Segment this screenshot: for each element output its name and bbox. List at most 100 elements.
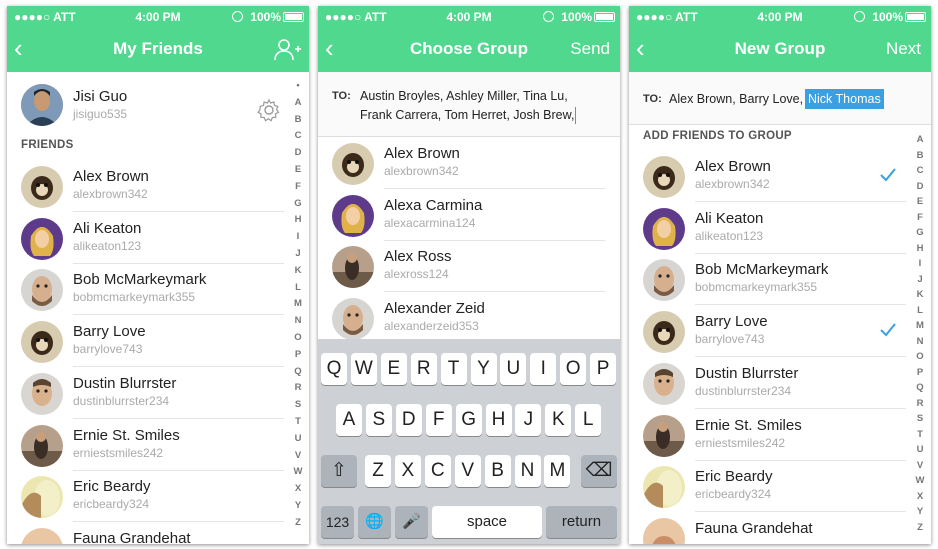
index-letter[interactable]: U	[292, 431, 304, 448]
search-result-row[interactable]: Alex Ross alexross124	[318, 241, 620, 293]
friend-row[interactable]: Ernie St. Smiles erniestsmiles242	[7, 420, 309, 471]
add-friend-icon[interactable]	[273, 38, 301, 62]
key-b[interactable]: B	[484, 455, 511, 487]
index-letter[interactable]: P	[914, 365, 926, 381]
key-s[interactable]: S	[365, 404, 392, 436]
key-z[interactable]: Z	[365, 455, 391, 487]
key-i[interactable]: I	[530, 353, 557, 385]
index-letter[interactable]: V	[914, 458, 926, 474]
index-letter[interactable]: M	[914, 318, 926, 334]
key-g[interactable]: G	[455, 404, 482, 436]
key-y[interactable]: Y	[470, 353, 497, 385]
index-letter[interactable]: Y	[292, 498, 304, 515]
index-letter[interactable]: N	[292, 313, 304, 330]
next-button[interactable]: Next	[886, 39, 921, 59]
index-letter[interactable]: P	[292, 347, 304, 364]
key-j[interactable]: J	[515, 404, 542, 436]
index-letter[interactable]: J	[914, 272, 926, 288]
index-letter[interactable]: X	[914, 489, 926, 505]
search-result-row[interactable]: Alexander Zeid alexanderzeid353	[318, 293, 620, 345]
space-key[interactable]: space	[432, 506, 542, 538]
key-t[interactable]: T	[440, 353, 467, 385]
index-letter[interactable]: A	[914, 132, 926, 148]
index-letter[interactable]: G	[292, 196, 304, 213]
gear-icon[interactable]	[257, 98, 281, 122]
index-letter[interactable]: I	[914, 256, 926, 272]
index-letter[interactable]: A	[292, 95, 304, 112]
index-letter[interactable]: X	[292, 481, 304, 498]
index-letter[interactable]: Y	[914, 504, 926, 520]
index-letter[interactable]: R	[914, 396, 926, 412]
index-letter[interactable]: D	[914, 179, 926, 195]
index-letter[interactable]: O	[914, 349, 926, 365]
index-letter[interactable]: S	[914, 411, 926, 427]
friend-select-row[interactable]: Ali Keaton alikeaton123	[629, 203, 931, 254]
friend-select-row[interactable]: Barry Love barrylove743	[629, 306, 931, 358]
key-n[interactable]: N	[514, 455, 541, 487]
index-letter[interactable]: T	[292, 414, 304, 431]
friend-select-row[interactable]: Bob McMarkeymark bobmcmarkeymark355	[629, 254, 931, 306]
index-letter[interactable]: Z	[292, 515, 304, 532]
index-letter[interactable]: Q	[292, 364, 304, 381]
friend-row[interactable]: Fauna Grandehat	[7, 523, 309, 544]
index-letter[interactable]: H	[292, 212, 304, 229]
friend-select-row[interactable]: Alex Brown alexbrown342	[629, 151, 931, 202]
key-m[interactable]: M	[544, 455, 571, 487]
friend-select-row[interactable]: Ernie St. Smiles erniestsmiles242	[629, 410, 931, 461]
index-letter[interactable]: W	[914, 473, 926, 489]
key-w[interactable]: W	[350, 353, 377, 385]
index-letter[interactable]: B	[914, 148, 926, 164]
key-e[interactable]: E	[380, 353, 407, 385]
index-letter[interactable]: T	[914, 427, 926, 443]
recipients-field[interactable]: TO: Alex Brown, Barry Love, Nick Thomas	[629, 72, 931, 125]
index-letter[interactable]: R	[292, 380, 304, 397]
index-letter[interactable]: K	[914, 287, 926, 303]
index-letter[interactable]: E	[292, 162, 304, 179]
index-letter[interactable]: U	[914, 442, 926, 458]
delete-key[interactable]: ⌫	[581, 455, 617, 487]
friend-row[interactable]: Eric Beardy ericbeardy324	[7, 471, 309, 523]
key-r[interactable]: R	[410, 353, 437, 385]
microphone-icon[interactable]: 🎤	[395, 506, 428, 538]
index-letter[interactable]: N	[914, 334, 926, 350]
key-q[interactable]: Q	[321, 353, 347, 385]
key-f[interactable]: F	[425, 404, 452, 436]
numbers-key[interactable]: 123	[321, 506, 354, 538]
profile-row[interactable]: Jisi Guo jisiguo535	[7, 76, 309, 134]
index-letter[interactable]: D	[292, 145, 304, 162]
key-d[interactable]: D	[395, 404, 422, 436]
friend-row[interactable]: Bob McMarkeymark bobmcmarkeymark355	[7, 264, 309, 316]
index-letter[interactable]: Z	[914, 520, 926, 536]
friend-select-row[interactable]: Dustin Blurrster dustinblurrster234	[629, 358, 931, 409]
index-letter[interactable]: B	[292, 112, 304, 129]
alphabet-index[interactable]: • A B C D E F G H I J K L M N O P Q R S T U V W X Y Z	[292, 78, 304, 532]
index-letter[interactable]: K	[292, 263, 304, 280]
recipient-chip-selected[interactable]: Nick Thomas	[805, 89, 884, 109]
index-letter[interactable]: E	[914, 194, 926, 210]
key-a[interactable]: A	[336, 404, 362, 436]
index-letter[interactable]: •	[292, 78, 304, 95]
globe-icon[interactable]: 🌐	[358, 506, 391, 538]
index-letter[interactable]: Q	[914, 380, 926, 396]
friend-row[interactable]: Alex Brown alexbrown342	[7, 161, 309, 212]
index-letter[interactable]: V	[292, 448, 304, 465]
index-letter[interactable]: C	[914, 163, 926, 179]
index-letter[interactable]: F	[914, 210, 926, 226]
key-x[interactable]: X	[394, 455, 421, 487]
search-result-row[interactable]: Alex Brown alexbrown342	[318, 138, 620, 189]
friend-row[interactable]: Barry Love barrylove743	[7, 316, 309, 368]
return-key[interactable]: return	[546, 506, 617, 538]
search-result-row[interactable]: Alexa Carmina alexacarmina124	[318, 190, 620, 241]
key-p[interactable]: P	[590, 353, 617, 385]
recipients-field[interactable]: TO: Austin Broyles, Ashley Miller, Tina …	[318, 72, 620, 137]
index-letter[interactable]: F	[292, 179, 304, 196]
friend-row[interactable]: Dustin Blurrster dustinblurrster234	[7, 368, 309, 419]
index-letter[interactable]: O	[292, 330, 304, 347]
key-u[interactable]: U	[500, 353, 527, 385]
index-letter[interactable]: G	[914, 225, 926, 241]
key-o[interactable]: O	[560, 353, 587, 385]
index-letter[interactable]: C	[292, 128, 304, 145]
index-letter[interactable]: S	[292, 397, 304, 414]
friend-select-row[interactable]: Eric Beardy ericbeardy324	[629, 461, 931, 513]
alphabet-index[interactable]: ABCDEFGHIJKLMNOPQRSTUVWXYZ	[914, 132, 926, 535]
